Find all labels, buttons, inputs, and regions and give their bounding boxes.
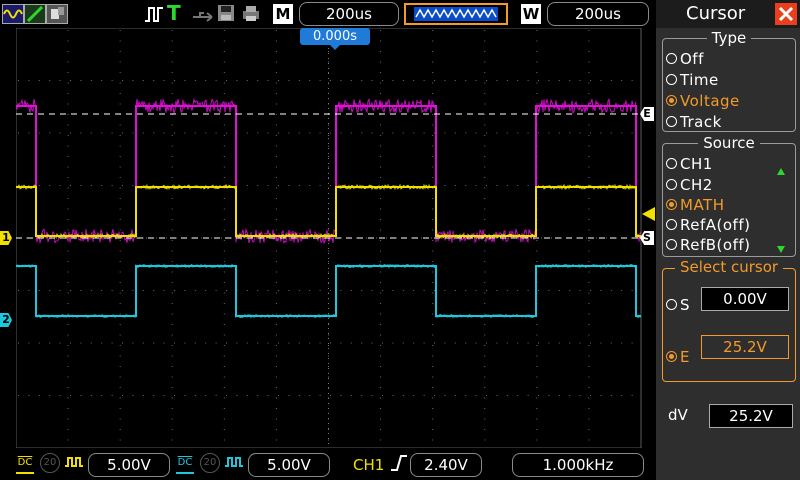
pencil-icon[interactable] [24, 4, 46, 24]
ch2-volts-div[interactable]: 5.00V [248, 453, 330, 477]
save-icon[interactable] [217, 4, 235, 22]
trigger-offset-value: 0.000s [300, 28, 370, 45]
scroll-down-icon[interactable] [777, 246, 785, 253]
type-group-title: Type [707, 29, 751, 47]
type-group: Type Off Time Voltage Track [662, 38, 796, 132]
delta-v-value: 25.2V [709, 404, 793, 428]
waveform-display[interactable] [16, 28, 656, 448]
trigger-position-arrow [329, 44, 341, 50]
type-option-voltage[interactable]: Voltage [666, 92, 740, 110]
timebase-label: M [273, 4, 293, 24]
panel-title: Cursor [656, 0, 800, 28]
cursor-s-value[interactable]: 0.00V [701, 287, 789, 311]
ch1-invert-icon[interactable] [64, 454, 84, 470]
panel-title-text: Cursor [686, 0, 745, 28]
source-option-refa[interactable]: RefA(off) [666, 216, 750, 234]
ch1-volts-div[interactable]: 5.00V [88, 453, 170, 477]
print-icon[interactable] [241, 4, 261, 22]
delta-v-label: dV [668, 406, 688, 424]
type-option-track[interactable]: Track [666, 113, 722, 131]
top-toolbar: T M 200us W 200us [0, 0, 656, 28]
window-label: W [521, 4, 541, 24]
source-option-ch1[interactable]: CH1 [666, 155, 713, 173]
source-option-refb[interactable]: RefB(off) [666, 236, 751, 254]
source-group-title: Source [698, 134, 760, 152]
ch2-coupling-icon[interactable]: DC [176, 454, 194, 474]
cursor-s-option[interactable]: S [666, 296, 690, 314]
ch1-level-marker[interactable]: 1 [0, 231, 12, 245]
select-cursor-group: Select cursor S 0.00V E 25.2V [662, 268, 796, 382]
trigger-level[interactable]: 2.40V [410, 453, 482, 477]
rising-edge-icon [390, 454, 408, 472]
source-option-ch2[interactable]: CH2 [666, 176, 713, 194]
select-cursor-title: Select cursor [675, 258, 783, 276]
cursor-e-option[interactable]: E [666, 348, 690, 366]
trigger-source[interactable]: CH1 [353, 456, 384, 474]
usb-icon [192, 8, 216, 20]
close-icon[interactable] [775, 3, 797, 25]
ch1-bandwidth-icon[interactable]: 20 [40, 453, 60, 473]
ch1-wave-icon[interactable] [2, 4, 24, 24]
cursor-e-value[interactable]: 25.2V [701, 335, 789, 359]
window-value[interactable]: 200us [547, 2, 649, 26]
ch2-bandwidth-icon[interactable]: 20 [200, 453, 220, 473]
ch1-coupling-icon[interactable]: DC [16, 454, 34, 474]
ch2-level-marker[interactable]: 2 [0, 313, 12, 327]
trigger-t-icon: T [167, 1, 181, 25]
display-icon[interactable] [46, 4, 68, 24]
memory-window-indicator[interactable] [404, 3, 508, 25]
cursor-menu-panel: Cursor Type Off Time Voltage Track Sourc… [656, 0, 800, 480]
ch2-invert-icon[interactable] [224, 454, 244, 470]
source-group: Source CH1 CH2 MATH RefA(off) RefB(off) [662, 143, 796, 257]
bottom-status-bar: DC 20 5.00V DC 20 5.00V CH1 2.40V 1.000k… [0, 448, 656, 480]
source-option-math[interactable]: MATH [666, 196, 724, 214]
frequency-counter: 1.000kHz [512, 453, 644, 477]
timebase-value[interactable]: 200us [299, 2, 399, 26]
trigger-level-marker[interactable] [642, 207, 655, 221]
type-option-time[interactable]: Time [666, 71, 719, 89]
scroll-up-icon[interactable] [777, 168, 785, 175]
pulse-icon [144, 5, 164, 23]
type-option-off[interactable]: Off [666, 50, 704, 68]
